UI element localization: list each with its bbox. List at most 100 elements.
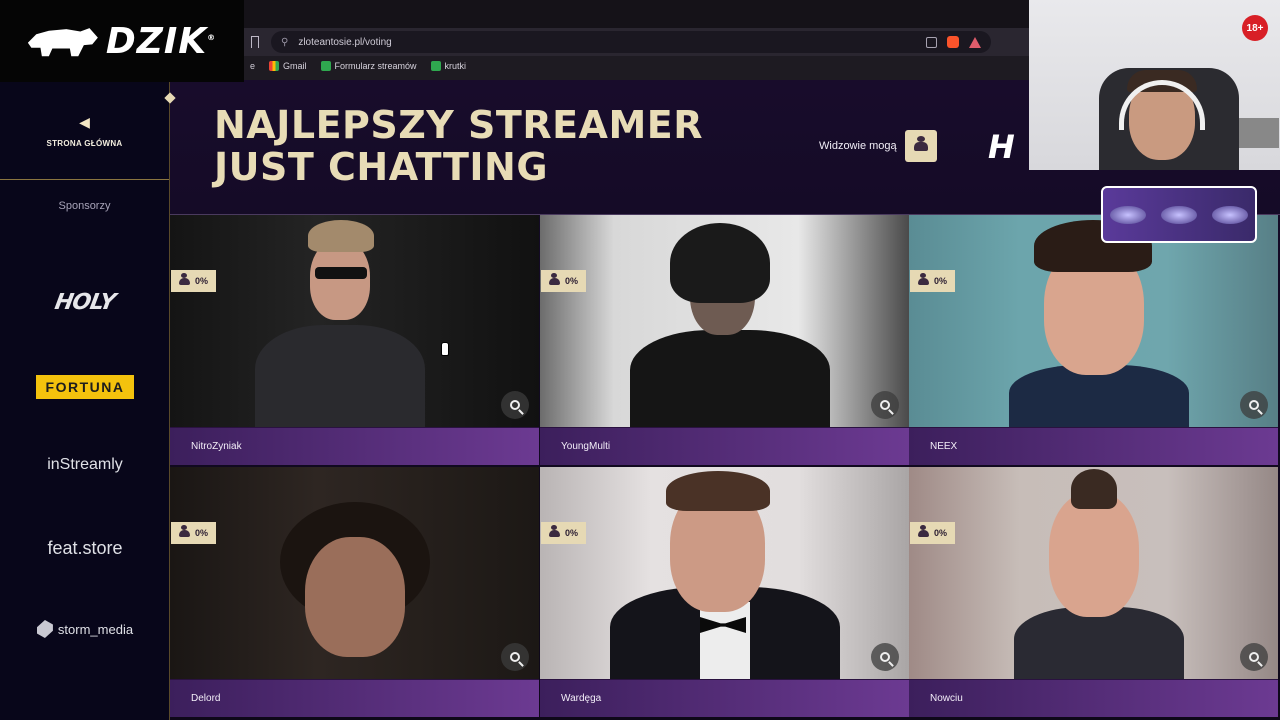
- home-arrow-icon: ◀: [79, 113, 90, 130]
- brave-shield-icon[interactable]: [947, 36, 959, 48]
- url-field[interactable]: ⚲ zloteantosie.pl/voting: [271, 31, 991, 53]
- sidebar: ◀ STRONA GŁÓWNA Sponsorzy HOLY FORTUNA i…: [0, 82, 170, 720]
- photo-shape: [1049, 492, 1139, 617]
- bookmark-krutki[interactable]: krutki: [430, 61, 467, 71]
- bookmark-icon[interactable]: [251, 36, 259, 48]
- photo-shape: [1071, 469, 1117, 509]
- bookmark-formularz[interactable]: Formularz streamów: [320, 61, 417, 71]
- candidate-photo[interactable]: [540, 215, 909, 427]
- candidate-card[interactable]: 0% YoungMulti: [540, 215, 909, 465]
- home-link[interactable]: ◀ STRONA GŁÓWNA: [0, 82, 169, 180]
- brand-fragment: H: [988, 128, 1015, 166]
- home-label: STRONA GŁÓWNA: [46, 138, 123, 148]
- vote-badge: 0%: [910, 270, 956, 292]
- candidate-name: Delord: [170, 679, 539, 717]
- candidate-card[interactable]: 0% NitroZyniak: [170, 215, 539, 465]
- url-text[interactable]: zloteantosie.pl/voting: [298, 37, 916, 48]
- candidate-card[interactable]: 0% Nowciu: [909, 467, 1278, 717]
- vote-badge: 0%: [910, 522, 956, 544]
- dzik-logo: DZIK®: [0, 0, 244, 82]
- address-bar: ⚲ zloteantosie.pl/voting: [244, 28, 1029, 56]
- zoom-button[interactable]: [871, 643, 899, 671]
- photo-shape: [310, 240, 370, 320]
- sponsor-fortuna[interactable]: FORTUNA: [0, 375, 170, 399]
- photo-shape: [255, 325, 425, 427]
- people-icon: [549, 272, 560, 285]
- zoom-button[interactable]: [1240, 391, 1268, 419]
- zoom-button[interactable]: [871, 391, 899, 419]
- preview-shape: [1211, 205, 1248, 224]
- candidate-name: Wardęga: [540, 679, 909, 717]
- vote-badge: 0%: [541, 270, 587, 292]
- bookmark-fragment[interactable]: e: [250, 61, 255, 71]
- brave-rewards-icon[interactable]: [969, 36, 981, 48]
- people-icon: [918, 524, 929, 537]
- people-icon: [179, 272, 190, 285]
- people-icon: [918, 272, 929, 285]
- zoom-icon: [510, 652, 520, 662]
- browser-chrome: ⚲ zloteantosie.pl/voting e Gmail Formula…: [244, 0, 1029, 80]
- zoom-button[interactable]: [501, 643, 529, 671]
- candidate-name: NEEX: [909, 427, 1278, 465]
- candidate-photo[interactable]: [909, 215, 1278, 427]
- viewers-toggle[interactable]: Widzowie mogą: [819, 130, 937, 162]
- sheet-icon: [430, 61, 441, 71]
- photo-shape: [1014, 607, 1184, 679]
- sponsor-featstore[interactable]: feat.store: [0, 538, 170, 559]
- vote-badge: 0%: [541, 522, 587, 544]
- photo-shape: [666, 471, 770, 511]
- shirt-shape: [700, 602, 750, 679]
- zoom-icon: [880, 652, 890, 662]
- zoom-button[interactable]: [1240, 643, 1268, 671]
- page-title: NAJLEPSZY STREAMER JUST CHATTING: [214, 103, 703, 189]
- bookmarks-bar: e Gmail Formularz streamów krutki: [244, 56, 1029, 76]
- candidate-card[interactable]: 0% Delord: [170, 467, 539, 717]
- share-icon[interactable]: [926, 36, 937, 48]
- vote-badge: 0%: [171, 522, 217, 544]
- stage: ⚲ zloteantosie.pl/voting e Gmail Formula…: [0, 0, 1280, 720]
- sunglasses-shape: [315, 267, 367, 279]
- zoom-icon: [1249, 400, 1259, 410]
- vote-badge: 0%: [171, 270, 217, 292]
- people-icon: [179, 524, 190, 537]
- storm-logo-icon: [36, 620, 53, 638]
- site-info-icon[interactable]: ⚲: [281, 37, 288, 48]
- bookmark-label: Formularz streamów: [334, 61, 417, 71]
- candidate-photo[interactable]: [909, 467, 1278, 679]
- sponsor-stormmedia[interactable]: storm_media: [0, 620, 170, 638]
- preview-shape: [1110, 205, 1147, 224]
- photo-shape: [630, 330, 830, 427]
- mini-preview: [1101, 186, 1257, 243]
- candidate-name: NitroZyniak: [170, 427, 539, 465]
- candidate-card[interactable]: 0% NEEX: [909, 215, 1278, 465]
- boar-icon: [27, 28, 98, 57]
- age-rating-badge: 18+: [1242, 15, 1268, 41]
- photo-shape: [305, 537, 405, 657]
- sponsor-instreamly[interactable]: inStreamly: [0, 456, 170, 474]
- sheet-icon: [320, 61, 331, 71]
- candidate-photo[interactable]: [170, 215, 539, 427]
- viewers-label: Widzowie mogą: [819, 140, 897, 152]
- bookmark-label: Gmail: [283, 61, 307, 71]
- photo-shape: [670, 223, 770, 303]
- candidate-name: YoungMulti: [540, 427, 909, 465]
- dzik-wordmark: DZIK®: [105, 20, 217, 62]
- zoom-icon: [880, 400, 890, 410]
- zoom-icon: [510, 400, 520, 410]
- pointer-cursor-icon: [441, 342, 449, 356]
- viewers-button[interactable]: [904, 130, 937, 162]
- people-icon: [913, 135, 928, 151]
- photo-shape: [308, 220, 374, 252]
- candidate-photo[interactable]: [540, 467, 909, 679]
- zoom-icon: [1249, 652, 1259, 662]
- bookmark-label: krutki: [444, 61, 467, 71]
- sponsor-holy[interactable]: HOLY: [0, 290, 170, 315]
- bookmark-gmail[interactable]: Gmail: [269, 61, 307, 71]
- tab-strip: [244, 0, 1029, 28]
- candidate-card[interactable]: 0% Wardęga: [540, 467, 909, 717]
- gmail-icon: [269, 61, 280, 71]
- zoom-button[interactable]: [501, 391, 529, 419]
- people-icon: [549, 524, 560, 537]
- candidate-name: Nowciu: [909, 679, 1278, 717]
- candidate-photo[interactable]: [170, 467, 539, 679]
